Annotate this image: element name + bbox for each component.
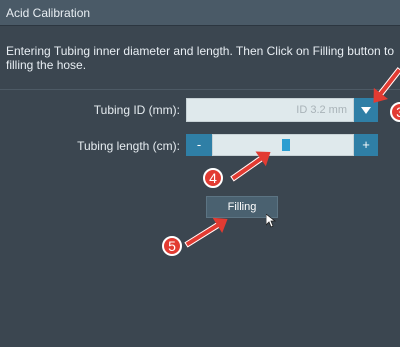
tubing-id-value: ID 3.2 mm [296, 104, 347, 116]
instruction-text: Entering Tubing inner diameter and lengt… [0, 38, 400, 90]
tubing-length-label: Tubing length (cm): [77, 139, 180, 153]
plus-label: + [362, 137, 370, 152]
tubing-id-label: Tubing ID (mm): [93, 103, 180, 117]
chevron-down-icon [361, 107, 371, 114]
callout-badge-5: 5 [162, 236, 182, 256]
decrement-button[interactable]: - [186, 134, 212, 156]
tubing-id-select[interactable]: ID 3.2 mm [186, 98, 354, 122]
callout-3-text: 3 [396, 104, 400, 120]
tubing-length-input[interactable] [212, 134, 354, 156]
increment-button[interactable]: + [354, 134, 378, 156]
callout-arrow-4 [230, 154, 265, 182]
minus-label: - [196, 137, 202, 152]
window-title: Acid Calibration [0, 0, 400, 26]
text-cursor-icon [282, 139, 290, 151]
acid-calibration-window: Acid Calibration Entering Tubing inner d… [0, 0, 400, 347]
callout-badge-4: 4 [203, 168, 223, 188]
callout-5-text: 5 [168, 238, 176, 254]
mouse-pointer-icon [266, 214, 276, 228]
filling-label: Filling [227, 201, 257, 213]
callout-badge-3: 3 [390, 102, 400, 122]
callout-4-text: 4 [209, 170, 217, 186]
callout-arrow-5 [184, 221, 222, 248]
